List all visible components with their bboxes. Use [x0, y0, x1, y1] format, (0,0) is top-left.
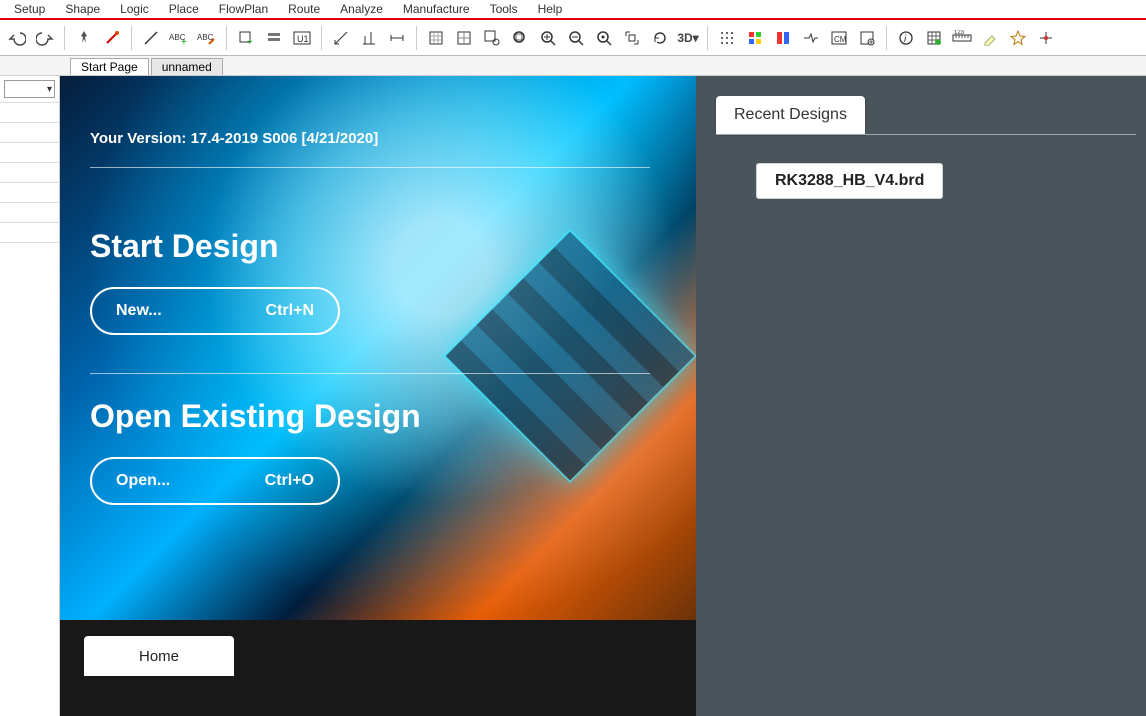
side-panel-dropdown[interactable]: ▾ [4, 80, 55, 98]
divider [90, 373, 650, 374]
menu-place[interactable]: Place [159, 2, 209, 16]
menu-manufacture[interactable]: Manufacture [393, 2, 480, 16]
star-icon[interactable] [1005, 25, 1031, 51]
home-tab[interactable]: Home [84, 636, 234, 676]
line-icon[interactable] [138, 25, 164, 51]
toolbar-separator [416, 26, 417, 50]
label-edit-icon[interactable]: ABC [194, 25, 220, 51]
menu-bar: Setup Shape Logic Place FlowPlan Route A… [0, 0, 1146, 18]
wand-icon[interactable] [99, 25, 125, 51]
label-add-icon[interactable]: ABC+ [166, 25, 192, 51]
pin-icon[interactable] [71, 25, 97, 51]
side-panel-row[interactable] [0, 162, 59, 182]
align-icon[interactable] [356, 25, 382, 51]
drc-icon[interactable] [798, 25, 824, 51]
side-panel: ▾ [0, 76, 60, 716]
start-design-heading: Start Design [90, 228, 666, 265]
undo-icon[interactable] [4, 25, 30, 51]
side-panel-row[interactable] [0, 222, 59, 242]
new-design-label: New... [116, 302, 162, 320]
u1-icon[interactable]: U1 [289, 25, 315, 51]
grid-dots-icon[interactable] [714, 25, 740, 51]
toolbar-separator [64, 26, 65, 50]
measure-icon[interactable] [328, 25, 354, 51]
tab-unnamed[interactable]: unnamed [151, 58, 223, 75]
main-toolbar: ABC+ ABC + U1 3D▾ CM i 123 [0, 20, 1146, 56]
rect-add-icon[interactable]: + [233, 25, 259, 51]
document-tab-bar: Start Page unnamed [0, 56, 1146, 76]
svg-text:U1: U1 [297, 34, 309, 44]
palette1-icon[interactable] [742, 25, 768, 51]
side-panel-row[interactable] [0, 182, 59, 202]
info-icon[interactable]: i [893, 25, 919, 51]
open-design-heading: Open Existing Design [90, 398, 666, 435]
recent-designs-panel: Recent Designs RK3288_HB_V4.brd [696, 76, 1146, 716]
divider [716, 134, 1136, 135]
zoom-target-icon[interactable] [591, 25, 617, 51]
toolbar-separator [226, 26, 227, 50]
menu-tools[interactable]: Tools [480, 2, 528, 16]
menu-help[interactable]: Help [528, 2, 573, 16]
layer-icon[interactable]: CM [826, 25, 852, 51]
side-panel-row[interactable] [0, 242, 59, 262]
dimension-icon[interactable] [384, 25, 410, 51]
toolbar-separator [886, 26, 887, 50]
menu-setup[interactable]: Setup [4, 2, 55, 16]
zoom-out-icon[interactable] [563, 25, 589, 51]
start-page: Your Version: 17.4-2019 S006 [4/21/2020]… [60, 76, 696, 716]
layer-opts-icon[interactable] [854, 25, 880, 51]
start-page-footer: Home [60, 620, 696, 716]
menu-analyze[interactable]: Analyze [330, 2, 393, 16]
zoom-fit-icon[interactable] [507, 25, 533, 51]
menu-logic[interactable]: Logic [110, 2, 159, 16]
spreadsheet-icon[interactable] [921, 25, 947, 51]
3d-icon[interactable]: 3D▾ [675, 25, 701, 51]
menu-shape[interactable]: Shape [55, 2, 110, 16]
version-label: Your Version: 17.4-2019 S006 [4/21/2020] [90, 130, 650, 168]
palette2-icon[interactable] [770, 25, 796, 51]
new-design-button[interactable]: New... Ctrl+N [90, 287, 340, 335]
open-design-label: Open... [116, 472, 170, 490]
svg-text:CM: CM [834, 35, 847, 44]
grid2-icon[interactable] [451, 25, 477, 51]
open-design-button[interactable]: Open... Ctrl+O [90, 457, 340, 505]
side-panel-row[interactable] [0, 122, 59, 142]
recent-design-item[interactable]: RK3288_HB_V4.brd [756, 163, 943, 199]
toolbar-separator [707, 26, 708, 50]
zoom-selection-icon[interactable] [619, 25, 645, 51]
recent-designs-tab[interactable]: Recent Designs [716, 96, 865, 134]
zoom-in-icon[interactable] [535, 25, 561, 51]
svg-text:123: 123 [954, 30, 965, 36]
refresh-icon[interactable] [647, 25, 673, 51]
snap-icon[interactable] [1033, 25, 1059, 51]
grid-zoom-icon[interactable] [479, 25, 505, 51]
grid1-icon[interactable] [423, 25, 449, 51]
open-design-shortcut: Ctrl+O [265, 472, 314, 490]
svg-text:+: + [247, 37, 253, 46]
tab-start-page[interactable]: Start Page [70, 58, 149, 75]
side-panel-row[interactable] [0, 202, 59, 222]
ruler-icon[interactable]: 123 [949, 25, 975, 51]
side-panel-row[interactable] [0, 102, 59, 122]
toolbar-separator [321, 26, 322, 50]
menu-flowplan[interactable]: FlowPlan [209, 2, 278, 16]
client-area: Your Version: 17.4-2019 S006 [4/21/2020]… [60, 76, 1146, 716]
toolbar-separator [131, 26, 132, 50]
svg-text:+: + [181, 37, 187, 46]
stack-icon[interactable] [261, 25, 287, 51]
redo-icon[interactable] [32, 25, 58, 51]
side-panel-row[interactable] [0, 142, 59, 162]
highlight-icon[interactable] [977, 25, 1003, 51]
menu-route[interactable]: Route [278, 2, 330, 16]
new-design-shortcut: Ctrl+N [266, 302, 314, 320]
